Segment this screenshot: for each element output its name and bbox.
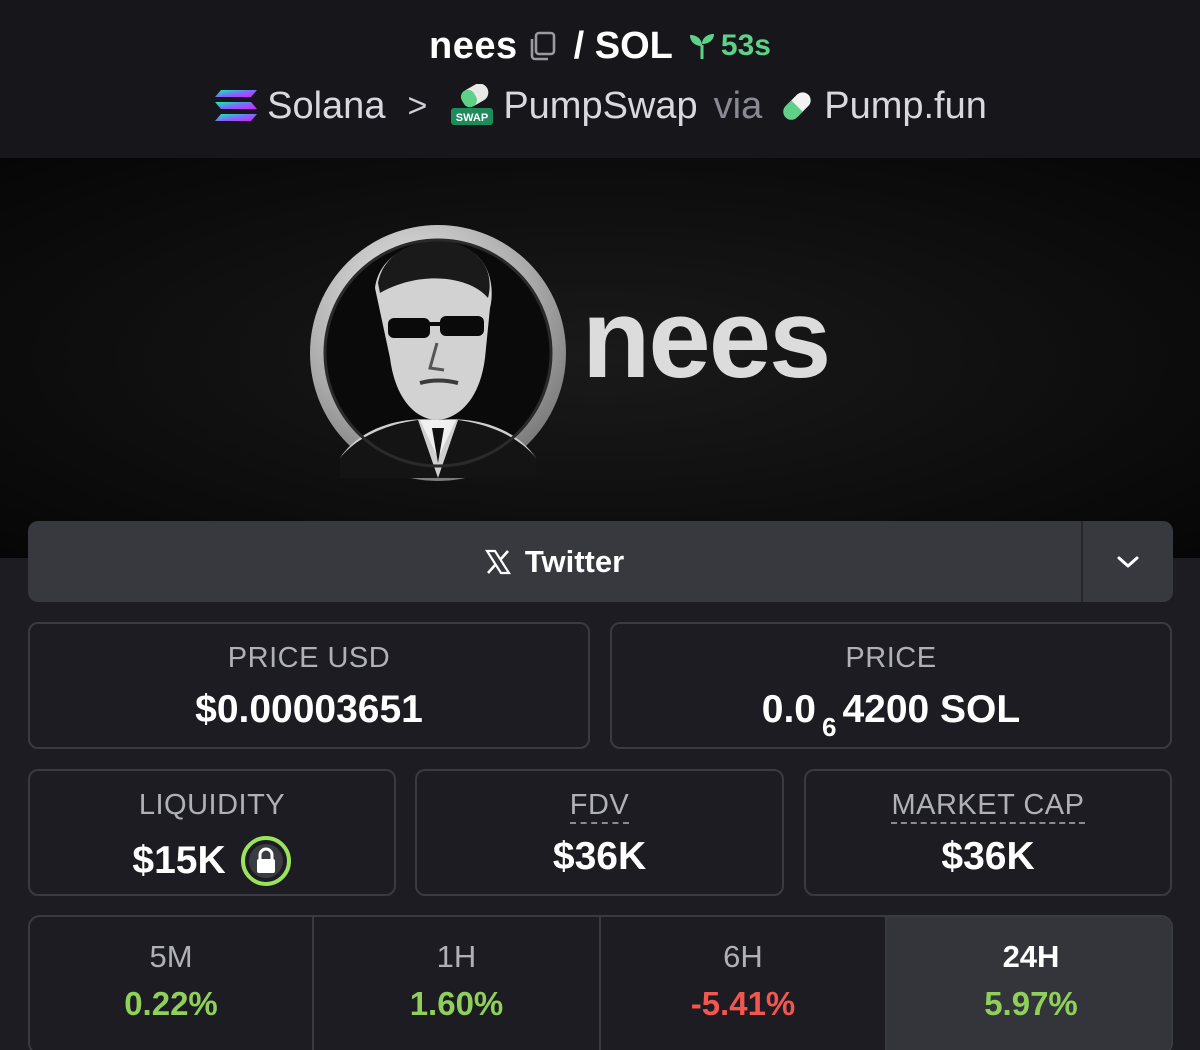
market-cap-box[interactable]: MARKET CAP $36K: [804, 769, 1172, 896]
price-sol-prefix: 0.0: [761, 688, 816, 731]
market-cap-value: $36K: [941, 835, 1035, 878]
fdv-label: FDV: [569, 789, 630, 824]
liquidity-box: LIQUIDITY $15K: [28, 769, 396, 896]
price-sol-zero-count: 6: [821, 712, 837, 742]
tab-5m-label: 5M: [149, 939, 193, 974]
chevron-down-icon: [1117, 556, 1139, 567]
pumpswap-icon: SWAP: [451, 84, 494, 125]
tab-5m[interactable]: 5M 0.22%: [30, 917, 314, 1050]
social-links-bar: Twitter: [28, 521, 1173, 602]
swap-badge-text: SWAP: [456, 112, 488, 124]
dex-link[interactable]: SWAP PumpSwap: [449, 84, 698, 128]
tab-1h-value: 1.60%: [409, 985, 504, 1022]
fdv-value: $36K: [552, 835, 647, 878]
chain-link[interactable]: Solana: [213, 85, 385, 128]
sprout-icon: [689, 34, 714, 59]
dex-name: PumpSwap: [503, 84, 698, 127]
price-sol-value: 0.0 6 4200 SOL: [612, 688, 1170, 742]
market-cap-label: MARKET CAP: [891, 789, 1085, 824]
banner-token-name: nees: [582, 276, 831, 401]
price-sol-suffix: 4200 SOL: [842, 688, 1021, 731]
tab-5m-value: 0.22%: [124, 985, 218, 1022]
price-usd-box: PRICE USD $0.00003651: [28, 622, 590, 749]
pair-header: nees / SOL 53s Solana > SWAP PumpSwap vi…: [0, 0, 1200, 158]
tab-24h-value: 5.97%: [984, 985, 1078, 1022]
solana-icon: [215, 90, 258, 121]
tab-24h[interactable]: 24H 5.97%: [887, 917, 1171, 1050]
via-label: via: [713, 84, 763, 127]
chain-name: Solana: [267, 84, 386, 127]
liquidity-value: $15K: [132, 839, 226, 882]
breadcrumb-separator: >: [407, 86, 428, 125]
price-change-tabs: 5M 0.22% 1H 1.60% 6H -5.41% 24H 5.97%: [28, 915, 1173, 1050]
tab-1h[interactable]: 1H 1.60%: [314, 917, 601, 1050]
x-logo-icon: [484, 549, 511, 574]
pair-age-value: 53s: [720, 29, 771, 62]
token-banner: nees: [0, 158, 1200, 558]
launchpad-link[interactable]: Pump.fun: [778, 85, 987, 128]
tab-6h-label: 6H: [723, 939, 763, 974]
more-links-dropdown[interactable]: [1081, 521, 1173, 602]
quote-token: / SOL: [573, 24, 673, 67]
price-sol-box: PRICE 0.0 6 4200 SOL: [610, 622, 1172, 749]
lock-icon[interactable]: [240, 835, 292, 887]
fdv-label-wrap: FDV: [417, 789, 782, 824]
launchpad-name: Pump.fun: [824, 84, 987, 127]
breadcrumb: Solana > SWAP PumpSwap via Pump.fun: [0, 80, 1200, 132]
price-usd-label: PRICE USD: [227, 642, 391, 674]
title-row: nees / SOL 53s: [0, 22, 1200, 70]
liquidity-value-row: $15K: [30, 835, 394, 887]
market-cap-label-wrap: MARKET CAP: [806, 789, 1170, 824]
tab-6h-value: -5.41%: [690, 985, 796, 1022]
token-name: nees: [429, 24, 518, 67]
fdv-box[interactable]: FDV $36K: [415, 769, 784, 896]
twitter-button[interactable]: Twitter: [28, 521, 1081, 602]
twitter-label: Twitter: [524, 543, 625, 579]
tab-6h[interactable]: 6H -5.41%: [601, 917, 887, 1050]
liquidity-label: LIQUIDITY: [138, 789, 286, 821]
price-usd-value: $0.00003651: [195, 688, 423, 731]
tab-1h-label: 1H: [436, 939, 477, 974]
copy-icon[interactable]: [526, 30, 558, 62]
pair-age: 53s: [687, 29, 771, 63]
tab-24h-label: 24H: [1002, 939, 1060, 974]
pill-icon: [783, 92, 811, 120]
price-sol-label: PRICE: [845, 642, 937, 674]
